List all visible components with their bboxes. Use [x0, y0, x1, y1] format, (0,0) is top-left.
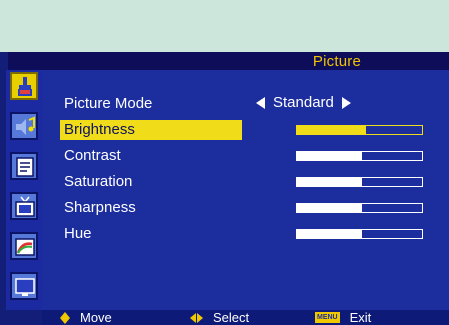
category-sidebar: [6, 70, 42, 310]
menu-key-icon: MENU: [315, 312, 340, 323]
saturation-slider[interactable]: [296, 177, 423, 187]
slider-fill: [297, 178, 362, 186]
top-background: [0, 0, 449, 52]
arrow-right-icon[interactable]: [341, 97, 351, 109]
arrow-left-icon[interactable]: [256, 97, 265, 109]
setting-row-brightness[interactable]: Brightness: [60, 120, 242, 140]
document-icon[interactable]: [10, 152, 38, 180]
paintbrush-icon[interactable]: [10, 72, 38, 100]
picture-frame-icon[interactable]: [10, 232, 38, 260]
setting-row-hue[interactable]: Hue: [64, 224, 244, 244]
hint-select: Select: [190, 310, 249, 325]
picture-mode-label[interactable]: Picture Mode: [64, 94, 244, 114]
setting-label: Brightness: [64, 121, 135, 138]
hue-slider[interactable]: [296, 229, 423, 239]
setting-row-contrast[interactable]: Contrast: [64, 146, 244, 166]
monitor-icon[interactable]: [10, 272, 38, 300]
picture-mode-selector[interactable]: Standard: [256, 93, 351, 113]
speaker-music-icon[interactable]: [10, 112, 38, 140]
left-right-arrow-icon: [190, 312, 203, 323]
hint-exit-label: Exit: [349, 310, 372, 325]
hint-move: Move: [60, 310, 112, 325]
menu-title: Picture: [312, 53, 361, 70]
picture-mode-value: Standard: [273, 94, 334, 111]
slider-fill: [297, 152, 362, 160]
menu-header: Picture: [8, 52, 449, 70]
key-hint-bar: Move Select MENU Exit: [42, 310, 449, 325]
slider-fill: [297, 204, 362, 212]
sharpness-slider[interactable]: [296, 203, 423, 213]
setting-row-sharpness[interactable]: Sharpness: [64, 198, 244, 218]
brightness-slider[interactable]: [296, 125, 423, 135]
contrast-slider[interactable]: [296, 151, 423, 161]
setting-row-saturation[interactable]: Saturation: [64, 172, 244, 192]
hint-select-label: Select: [213, 310, 250, 325]
hint-move-label: Move: [80, 310, 112, 325]
slider-fill: [297, 230, 362, 238]
tv-antenna-icon[interactable]: [10, 192, 38, 220]
slider-fill: [297, 126, 366, 134]
up-down-arrow-icon: [60, 311, 70, 324]
hint-exit: MENU Exit: [315, 310, 371, 325]
